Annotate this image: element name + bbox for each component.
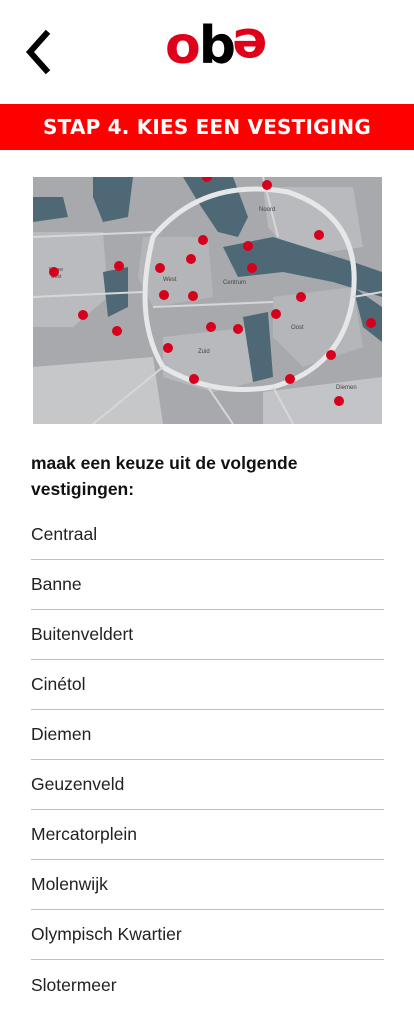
location-item-diemen[interactable]: Diemen [31,710,384,760]
svg-text:Oost: Oost [291,325,304,331]
step-title: STAP 4. KIES EEN VESTIGING [43,115,371,139]
svg-text:Zuid: Zuid [198,349,210,355]
location-item-olympisch-kwartier[interactable]: Olympisch Kwartier [31,910,384,960]
svg-text:Centrum: Centrum [223,280,246,286]
location-item-centraal[interactable]: Centraal [31,510,384,560]
app-header: obe [0,0,414,104]
location-item-cinetol[interactable]: Cinétol [31,660,384,710]
locations-map: Noord Nieuw west West Centrum Oost Zuid … [33,177,382,424]
location-item-buitenveldert[interactable]: Buitenveldert [31,610,384,660]
svg-text:West: West [163,277,177,283]
instruction-text: maak een keuze uit de volgende vestiging… [31,453,298,499]
location-list: Centraal Banne Buitenveldert Cinétol Die… [31,510,384,1010]
step-banner: STAP 4. KIES EEN VESTIGING [0,104,414,150]
location-item-banne[interactable]: Banne [31,560,384,610]
oba-logo: obe [165,16,268,76]
chevron-left-icon [25,29,51,75]
location-item-molenwijk[interactable]: Molenwijk [31,860,384,910]
location-item-mercatorplein[interactable]: Mercatorplein [31,810,384,860]
location-item-slotermeer[interactable]: Slotermeer [31,960,384,1010]
svg-text:Noord: Noord [259,207,275,213]
back-button[interactable] [20,28,60,76]
location-item-geuzenveld[interactable]: Geuzenveld [31,760,384,810]
svg-text:Diemen: Diemen [336,385,357,391]
